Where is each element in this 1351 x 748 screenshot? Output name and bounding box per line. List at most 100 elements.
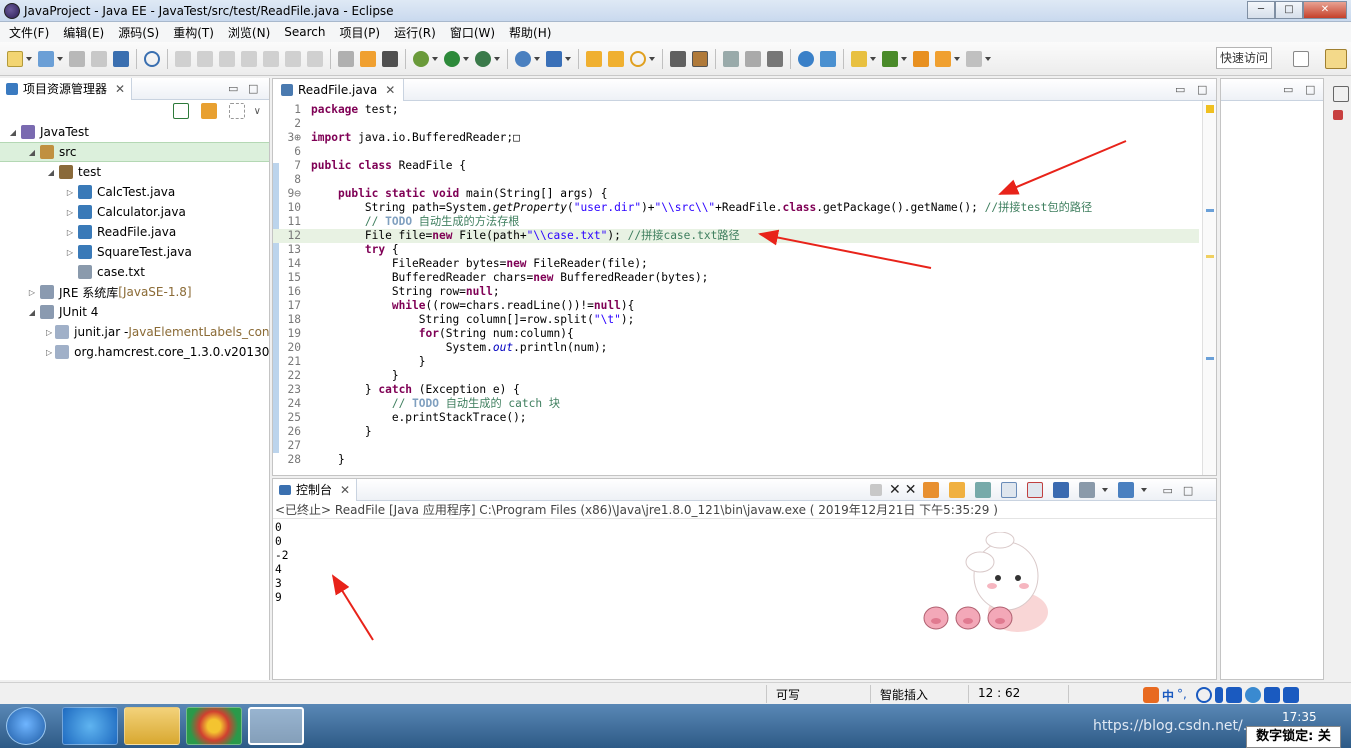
restore-icon[interactable] bbox=[1333, 86, 1349, 102]
taskbar-eclipse-icon[interactable] bbox=[248, 707, 304, 745]
back-icon[interactable] bbox=[935, 50, 951, 67]
tab-readfile-java[interactable]: ReadFile.java ✕ bbox=[273, 78, 405, 101]
search-icon[interactable] bbox=[630, 50, 646, 67]
code-line[interactable]: 24 // TODO 自动生成的 catch 块 bbox=[273, 397, 1199, 411]
code-line[interactable]: 19 for(String num:column){ bbox=[273, 327, 1199, 341]
collapse-icon[interactable]: ◢ bbox=[27, 148, 37, 157]
code-line[interactable]: 28 } bbox=[273, 453, 1199, 467]
clear-console-icon[interactable] bbox=[923, 482, 940, 498]
step-over-icon[interactable] bbox=[285, 50, 301, 67]
terminate-icon[interactable] bbox=[219, 50, 235, 67]
menu-item[interactable]: 窗口(W) bbox=[443, 24, 502, 41]
collapse-icon[interactable]: ◢ bbox=[27, 308, 37, 317]
toggle-breadcrumb-icon[interactable] bbox=[382, 50, 398, 67]
collapse-all-icon[interactable] bbox=[172, 103, 189, 119]
tree-item[interactable]: ◢ test bbox=[0, 162, 269, 182]
run-icon[interactable] bbox=[444, 50, 460, 67]
mark-occurrences-icon[interactable] bbox=[360, 50, 376, 67]
tree-item[interactable]: ▷ CalcTest.java bbox=[0, 182, 269, 202]
menu-item[interactable]: 项目(P) bbox=[333, 24, 388, 41]
open-console-icon[interactable] bbox=[1118, 482, 1135, 498]
punctuation-icon[interactable]: °, bbox=[1177, 687, 1193, 703]
toggle-comment-icon[interactable] bbox=[338, 50, 354, 67]
toolbox-icon[interactable] bbox=[1283, 687, 1300, 703]
expand-icon[interactable]: ▷ bbox=[65, 188, 75, 197]
code-line[interactable]: 21 } bbox=[273, 355, 1199, 369]
annotation-icon[interactable] bbox=[670, 50, 686, 67]
code-line[interactable]: 8 bbox=[273, 173, 1199, 187]
menu-item[interactable]: 编辑(E) bbox=[56, 24, 111, 41]
skip-breakpoints-icon[interactable] bbox=[144, 50, 160, 67]
code-line[interactable]: 14 FileReader bytes=new FileReader(file)… bbox=[273, 257, 1199, 271]
tree-item[interactable]: ◢ JavaTest bbox=[0, 122, 269, 142]
code-area[interactable]: 1 package test; 2 3⊕ import java.io.Buffered… bbox=[273, 101, 1203, 475]
expand-icon[interactable]: ▷ bbox=[65, 248, 75, 257]
menu-item[interactable]: 运行(R) bbox=[387, 24, 443, 41]
code-line[interactable]: 13 try { bbox=[273, 243, 1199, 257]
taskbar-chrome-icon[interactable] bbox=[186, 707, 242, 745]
open-task-icon[interactable] bbox=[608, 50, 624, 67]
close-button[interactable]: ✕ bbox=[1303, 1, 1347, 19]
menu-item[interactable]: 源码(S) bbox=[111, 24, 166, 41]
expand-icon[interactable]: ▷ bbox=[65, 208, 75, 217]
code-line[interactable]: 27 bbox=[273, 439, 1199, 453]
code-line[interactable]: 23 } catch (Exception e) { bbox=[273, 383, 1199, 397]
expand-icon[interactable]: ▷ bbox=[46, 328, 52, 337]
show-whitespace-icon[interactable] bbox=[767, 50, 783, 67]
open-perspective-icon[interactable] bbox=[1293, 51, 1309, 67]
minimize-editor-icon[interactable]: ▭ bbox=[1175, 83, 1185, 96]
code-line[interactable]: 1 package test; bbox=[273, 103, 1199, 117]
highlight-pen-icon[interactable] bbox=[692, 50, 708, 67]
minimize-view-icon[interactable]: ▭ bbox=[228, 82, 238, 95]
save-all-icon[interactable] bbox=[91, 50, 107, 67]
code-line[interactable]: 9⊖ public static void main(String[] args… bbox=[273, 187, 1199, 201]
code-line[interactable]: 17 while((row=chars.readLine())!=null){ bbox=[273, 299, 1199, 313]
resume-icon[interactable] bbox=[175, 50, 191, 67]
tab-project-explorer[interactable]: 项目资源管理器 ✕ bbox=[0, 77, 133, 100]
save-icon[interactable] bbox=[69, 50, 85, 67]
tree-item[interactable]: ▷ JRE 系统库 [JavaSE-1.8] bbox=[0, 282, 269, 302]
tree-item[interactable]: ▷ SquareTest.java bbox=[0, 242, 269, 262]
taskbar-explorer-icon[interactable] bbox=[124, 707, 180, 745]
remove-launch-icon[interactable]: ✕ bbox=[889, 482, 901, 498]
link-with-editor-icon[interactable] bbox=[200, 103, 217, 119]
code-line[interactable]: 12 File file=new File(path+"\\case.txt")… bbox=[273, 229, 1199, 243]
code-line[interactable]: 20 System.out.println(num); bbox=[273, 341, 1199, 355]
scroll-lock-icon[interactable] bbox=[949, 482, 966, 498]
maximize-view-icon[interactable]: □ bbox=[1305, 83, 1315, 96]
forward-icon[interactable] bbox=[966, 50, 982, 67]
step-into-icon[interactable] bbox=[263, 50, 279, 67]
last-edit-icon[interactable] bbox=[913, 50, 929, 67]
menu-item[interactable]: Search bbox=[277, 25, 332, 39]
block-selection-icon[interactable] bbox=[745, 50, 761, 67]
quick-access-input[interactable]: 快速访问 bbox=[1216, 47, 1272, 69]
skin-icon[interactable] bbox=[1264, 687, 1281, 703]
tree-item[interactable]: ◢ JUnit 4 bbox=[0, 302, 269, 322]
close-tab-icon[interactable]: ✕ bbox=[340, 483, 350, 497]
external-tools-icon[interactable] bbox=[515, 50, 531, 67]
menu-item[interactable]: 帮助(H) bbox=[502, 24, 558, 41]
maximize-view-icon[interactable]: □ bbox=[1183, 484, 1193, 497]
collapse-icon[interactable]: ◢ bbox=[8, 128, 18, 137]
tree-item[interactable]: ▷ junit.jar - JavaElementLabels_con bbox=[0, 322, 269, 342]
remove-all-terminated-icon[interactable]: ✕ bbox=[905, 482, 917, 498]
tab-console[interactable]: 控制台 ✕ bbox=[273, 478, 358, 501]
console-output[interactable]: 0 0 -2 4 3 9 bbox=[273, 519, 1216, 607]
code-line[interactable]: 7 public class ReadFile { bbox=[273, 159, 1199, 173]
close-tab-icon[interactable]: ✕ bbox=[385, 83, 395, 97]
open-type-icon[interactable] bbox=[586, 50, 602, 67]
code-line[interactable]: 3⊕ import java.io.BufferedReader;□ bbox=[273, 131, 1199, 145]
sogou-ime-icon[interactable] bbox=[1143, 687, 1159, 703]
new-folder-icon[interactable] bbox=[851, 50, 867, 67]
minimize-view-icon[interactable]: ▭ bbox=[1283, 83, 1293, 96]
code-line[interactable]: 10 String path=System.getProperty("user.… bbox=[273, 201, 1199, 215]
maximize-button[interactable]: □ bbox=[1275, 1, 1303, 19]
overview-ruler[interactable] bbox=[1202, 101, 1216, 475]
menu-item[interactable]: 文件(F) bbox=[2, 24, 56, 41]
code-line[interactable]: 25 e.printStackTrace(); bbox=[273, 411, 1199, 425]
terminate-icon[interactable] bbox=[870, 484, 882, 496]
code-line[interactable]: 22 } bbox=[273, 369, 1199, 383]
web-browser-icon[interactable] bbox=[798, 50, 814, 67]
microphone-icon[interactable] bbox=[1215, 687, 1224, 703]
code-line[interactable]: 26 } bbox=[273, 425, 1199, 439]
